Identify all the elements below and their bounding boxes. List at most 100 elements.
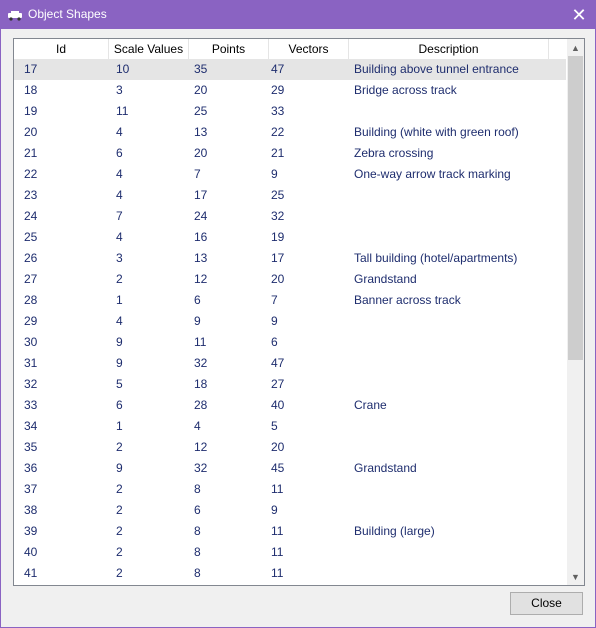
cell-description: Building above tunnel entrance	[354, 62, 519, 76]
table-row[interactable]: 37 2 8 11	[14, 479, 566, 500]
table-row[interactable]: 35 2 12 20	[14, 437, 566, 458]
chevron-down-icon: ▼	[571, 571, 580, 582]
title-bar: Object Shapes ✕	[1, 1, 595, 29]
cell-points: 11	[194, 335, 207, 349]
cell-vectors: 29	[271, 83, 285, 97]
cell-scale-values: 3	[116, 251, 123, 265]
cell-scale-values: 2	[116, 440, 123, 454]
column-header-scale-values[interactable]: Scale Values	[109, 39, 189, 59]
table-row[interactable]: 18 3 20 29 Bridge across track	[14, 80, 566, 101]
cell-id: 25	[24, 230, 38, 244]
cell-id: 29	[24, 314, 38, 328]
column-header-points[interactable]: Points	[189, 39, 269, 59]
table-row[interactable]: 36 9 32 45 Grandstand	[14, 458, 566, 479]
cell-scale-values: 9	[116, 461, 123, 475]
table-row[interactable]: 32 5 18 27	[14, 374, 566, 395]
table-row[interactable]: 38 2 6 9	[14, 500, 566, 521]
cell-id: 33	[24, 398, 38, 412]
cell-description: Zebra crossing	[354, 146, 434, 160]
table-row[interactable]: 27 2 12 20 Grandstand	[14, 269, 566, 290]
cell-id: 40	[24, 545, 38, 559]
cell-points: 12	[194, 440, 208, 454]
cell-id: 28	[24, 293, 38, 307]
cell-id: 41	[24, 566, 38, 580]
table-row[interactable]: 33 6 28 40 Crane	[14, 395, 566, 416]
table-row[interactable]: 17 10 35 47 Building above tunnel entrance	[14, 59, 566, 80]
cell-vectors: 20	[271, 440, 285, 454]
cell-id: 26	[24, 251, 38, 265]
list-header: Id Scale Values Points Vectors Descripti…	[14, 39, 566, 60]
window-title: Object Shapes	[28, 7, 107, 21]
window-close-button[interactable]: ✕	[563, 1, 595, 29]
cell-id: 32	[24, 377, 38, 391]
cell-vectors: 11	[271, 482, 284, 496]
chevron-up-icon: ▲	[571, 42, 580, 53]
cell-points: 17	[194, 188, 208, 202]
cell-scale-values: 9	[116, 335, 123, 349]
cell-id: 30	[24, 335, 38, 349]
cell-scale-values: 1	[116, 293, 123, 307]
vertical-scrollbar[interactable]: ▲ ▼	[567, 39, 584, 585]
cell-scale-values: 4	[116, 314, 123, 328]
cell-points: 20	[194, 146, 208, 160]
cell-scale-values: 2	[116, 272, 123, 286]
table-row[interactable]: 22 4 7 9 One-way arrow track marking	[14, 164, 566, 185]
cell-vectors: 21	[271, 146, 285, 160]
cell-vectors: 9	[271, 503, 278, 517]
table-row[interactable]: 26 3 13 17 Tall building (hotel/apartments)	[14, 248, 566, 269]
cell-points: 8	[194, 545, 201, 559]
table-row[interactable]: 25 4 16 19	[14, 227, 566, 248]
cell-scale-values: 6	[116, 398, 123, 412]
cell-vectors: 9	[271, 314, 278, 328]
cell-vectors: 11	[271, 566, 284, 580]
column-header-vectors[interactable]: Vectors	[269, 39, 349, 59]
table-row[interactable]: 23 4 17 25	[14, 185, 566, 206]
cell-points: 28	[194, 398, 208, 412]
scroll-up-button[interactable]: ▲	[567, 39, 584, 56]
cell-scale-values: 5	[116, 377, 123, 391]
table-row[interactable]: 21 6 20 21 Zebra crossing	[14, 143, 566, 164]
cell-description: Building (large)	[354, 524, 435, 538]
table-row[interactable]: 20 4 13 22 Building (white with green roof)	[14, 122, 566, 143]
table-row[interactable]: 24 7 24 32	[14, 206, 566, 227]
cell-id: 18	[24, 83, 38, 97]
cell-scale-values: 4	[116, 167, 123, 181]
table-row[interactable]: 34 1 4 5	[14, 416, 566, 437]
table-row[interactable]: 41 2 8 11	[14, 563, 566, 584]
table-row[interactable]: 39 2 8 11 Building (large)	[14, 521, 566, 542]
column-header-description[interactable]: Description	[349, 39, 549, 59]
table-row[interactable]: 29 4 9 9	[14, 311, 566, 332]
cell-points: 20	[194, 83, 208, 97]
table-row[interactable]: 28 1 6 7 Banner across track	[14, 290, 566, 311]
cell-id: 21	[24, 146, 38, 160]
shapes-list[interactable]: Id Scale Values Points Vectors Descripti…	[13, 38, 585, 586]
table-row[interactable]: 31 9 32 47	[14, 353, 566, 374]
cell-id: 24	[24, 209, 38, 223]
cell-id: 23	[24, 188, 38, 202]
close-button[interactable]: Close	[510, 592, 583, 615]
scroll-down-button[interactable]: ▼	[567, 568, 584, 585]
cell-vectors: 47	[271, 62, 285, 76]
cell-id: 35	[24, 440, 38, 454]
cell-points: 8	[194, 482, 201, 496]
table-row[interactable]: 40 2 8 11	[14, 542, 566, 563]
cell-scale-values: 2	[116, 524, 123, 538]
table-row[interactable]: 19 11 25 33	[14, 101, 566, 122]
cell-points: 8	[194, 566, 201, 580]
cell-description: Grandstand	[354, 272, 417, 286]
cell-vectors: 33	[271, 104, 285, 118]
scrollbar-thumb[interactable]	[568, 56, 583, 360]
cell-vectors: 47	[271, 356, 285, 370]
cell-vectors: 11	[271, 524, 284, 538]
cell-id: 27	[24, 272, 38, 286]
cell-description: Bridge across track	[354, 83, 457, 97]
cell-points: 32	[194, 461, 208, 475]
cell-id: 20	[24, 125, 38, 139]
table-row[interactable]: 30 9 11 6	[14, 332, 566, 353]
column-header-id[interactable]: Id	[14, 39, 109, 59]
cell-scale-values: 9	[116, 356, 123, 370]
cell-points: 13	[194, 251, 208, 265]
cell-id: 31	[24, 356, 38, 370]
cell-scale-values: 4	[116, 230, 123, 244]
cell-points: 6	[194, 293, 201, 307]
